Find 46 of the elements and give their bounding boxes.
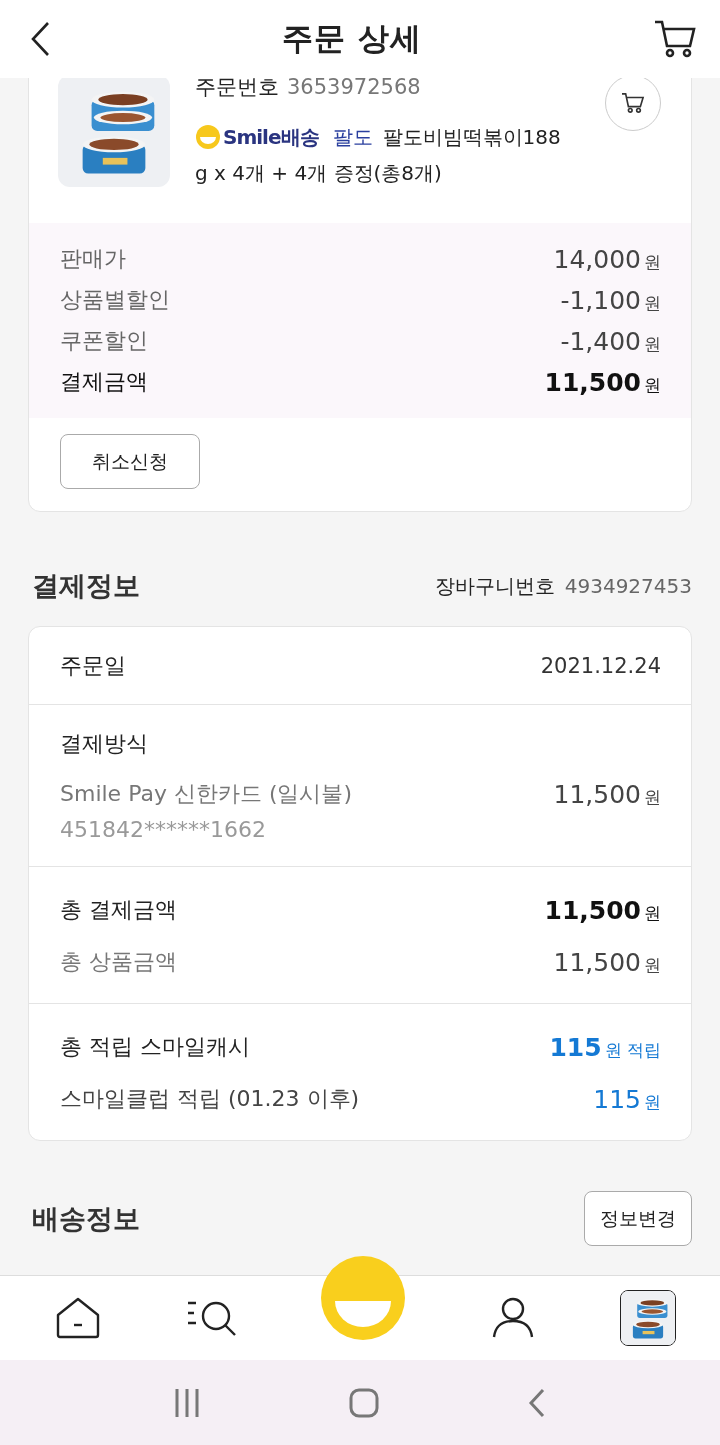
back-icon[interactable] (30, 21, 50, 57)
cancel-button[interactable]: 취소신청 (60, 434, 200, 489)
home-icon (349, 1387, 379, 1418)
price-label: 결제금액 (60, 368, 148, 396)
totals-amount: 11,500 원 (553, 947, 661, 977)
section-title: 결제정보 (32, 569, 140, 603)
totals-label: 총 상품금액 (60, 948, 177, 976)
order-number: 3653972568 (287, 75, 421, 99)
totals-label: 총 결제금액 (60, 896, 177, 924)
card-number: 451842******1662 (60, 817, 267, 842)
recent-item-thumbnail[interactable] (620, 1290, 676, 1346)
order-date: 2021.12.24 (540, 653, 661, 678)
page-title: 주문 상세 (282, 19, 422, 58)
points-label: 총 적립 스마일캐시 (60, 1033, 250, 1061)
smile-logo-icon (195, 124, 221, 150)
cart-icon[interactable] (654, 19, 696, 59)
product-name: g x 4개 + 4개 증정(총8개) (195, 161, 442, 185)
payment-amount: 11,500 원 (553, 779, 661, 809)
price-amount: 14,000 원 (553, 244, 661, 274)
order-date-label: 주문일 (60, 651, 126, 680)
price-label: 상품별할인 (60, 286, 170, 314)
price-label: 판매가 (60, 245, 126, 273)
totals-amount: 11,500 원 (544, 895, 661, 925)
payment-method: Smile Pay 신한카드 (일시불) (60, 780, 353, 808)
home-icon[interactable] (55, 1297, 101, 1339)
price-label: 쿠폰할인 (60, 327, 148, 355)
cart-number-label: 장바구니번호 (434, 573, 555, 598)
points-amount: 115 원 (593, 1084, 661, 1114)
price-amount: 11,500 원 (544, 367, 661, 397)
change-info-button[interactable]: 정보변경 (584, 1191, 692, 1246)
delivery-label: Smile배송 (223, 125, 319, 149)
brand-link[interactable]: 팔도 (332, 125, 373, 149)
recent-apps-icon (174, 1387, 201, 1418)
profile-icon[interactable] (491, 1297, 535, 1339)
points-amount: 115 원 적립 (549, 1032, 661, 1062)
points-label: 스마일클럽 적립 (01.23 이후) (60, 1085, 360, 1113)
cart-icon (621, 92, 645, 114)
price-amount: -1,400 원 (560, 326, 661, 356)
add-to-cart-button[interactable] (605, 75, 661, 131)
payment-method-label: 결제방식 (60, 730, 149, 758)
back-icon (527, 1387, 546, 1418)
order-number-label: 주문번호 (195, 75, 279, 99)
product-name: 팔도비빔떡볶이188 (382, 125, 561, 149)
cart-number: 4934927453 (564, 573, 692, 598)
section-title: 배송정보 (32, 1201, 140, 1236)
price-amount: -1,100 원 (560, 285, 661, 315)
